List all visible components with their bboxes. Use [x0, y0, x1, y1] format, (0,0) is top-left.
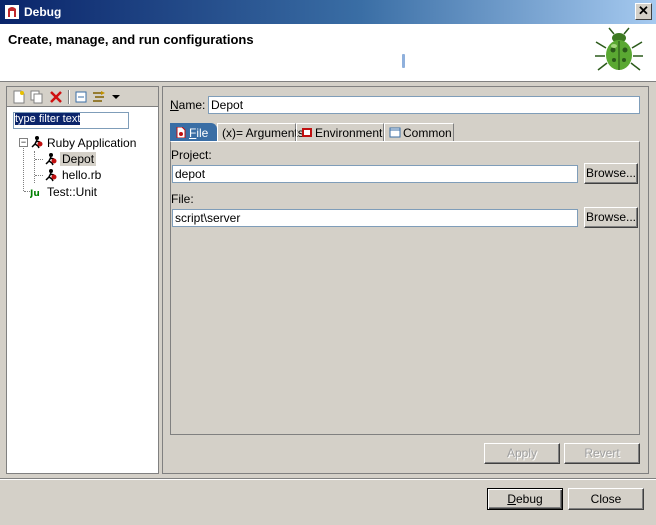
tree-item-ruby-application[interactable]: − Ruby Application	[7, 135, 158, 151]
file-input[interactable]: script\server	[172, 209, 578, 227]
apply-button[interactable]: Apply	[484, 443, 560, 464]
revert-button[interactable]: Revert	[564, 443, 640, 464]
delete-icon[interactable]	[49, 90, 63, 104]
toolbar-separator	[68, 90, 70, 104]
tab-arguments[interactable]: (x)= Arguments	[217, 123, 304, 141]
page-title: Create, manage, and run configurations	[8, 32, 254, 47]
filter-icon[interactable]	[92, 90, 106, 104]
file-browse-button[interactable]: Browse...	[584, 207, 638, 228]
tree-item-label: Ruby Application	[47, 136, 137, 150]
ruby-runner-icon	[45, 169, 57, 182]
file-label: File:	[171, 192, 194, 206]
filter-input[interactable]: type filter text	[13, 112, 129, 129]
tree-item-hello-rb[interactable]: hello.rb	[7, 167, 158, 183]
tab-common[interactable]: Common	[384, 123, 454, 141]
arguments-tab-label: (x)= Arguments	[222, 126, 304, 140]
name-input[interactable]: Depot	[208, 96, 640, 114]
config-tabs: File (x)= Arguments Environment Common	[170, 123, 640, 141]
view-menu-icon[interactable]	[111, 90, 121, 104]
ruby-runner-icon	[45, 153, 57, 166]
close-icon: ✕	[638, 3, 649, 18]
tree-item-label: Test::Unit	[47, 185, 98, 199]
svg-text:Ju: Ju	[30, 189, 40, 198]
test-unit-icon: Ju	[30, 189, 40, 198]
app-icon	[5, 5, 19, 19]
environment-icon	[302, 128, 312, 137]
project-label: Project:	[171, 148, 212, 162]
file-tab-content: Project: depot Browse... File: script\se…	[170, 141, 640, 435]
footer-divider	[0, 478, 656, 480]
common-icon	[389, 127, 401, 138]
window-title: Debug	[24, 5, 62, 19]
configuration-list-panel: type filter text − Ruby Application Depo…	[6, 86, 159, 474]
ruby-runner-icon	[31, 136, 43, 149]
window-close-button[interactable]: ✕	[635, 3, 652, 20]
tree-item-label: hello.rb	[62, 168, 102, 182]
left-toolbar	[7, 87, 158, 107]
collapse-icon[interactable]: −	[19, 138, 28, 147]
file-icon	[176, 127, 186, 138]
tree-item-test-unit[interactable]: Ju Test::Unit	[7, 184, 158, 200]
tab-file[interactable]: File	[170, 123, 217, 141]
bug-icon	[595, 27, 643, 71]
progress-indicator	[402, 54, 405, 68]
new-config-icon[interactable]	[12, 90, 26, 104]
tree-item-label: Depot	[60, 152, 97, 166]
tab-environment[interactable]: Environment	[296, 123, 384, 141]
name-label: Name:	[170, 98, 206, 112]
close-button[interactable]: Close	[568, 488, 644, 510]
header-banner: Create, manage, and run configurations	[0, 24, 656, 82]
collapse-all-icon[interactable]	[74, 90, 88, 104]
duplicate-icon[interactable]	[30, 90, 44, 104]
title-bar: Debug ✕	[0, 0, 656, 24]
configuration-editor-panel: Name: Depot File (x)= Arguments Environm…	[162, 86, 649, 474]
filter-text: type filter text	[15, 113, 81, 125]
tree-item-depot[interactable]: Depot	[7, 151, 158, 167]
project-input[interactable]: depot	[172, 165, 578, 183]
debug-button[interactable]: Debug	[487, 488, 563, 510]
project-browse-button[interactable]: Browse...	[584, 163, 638, 184]
